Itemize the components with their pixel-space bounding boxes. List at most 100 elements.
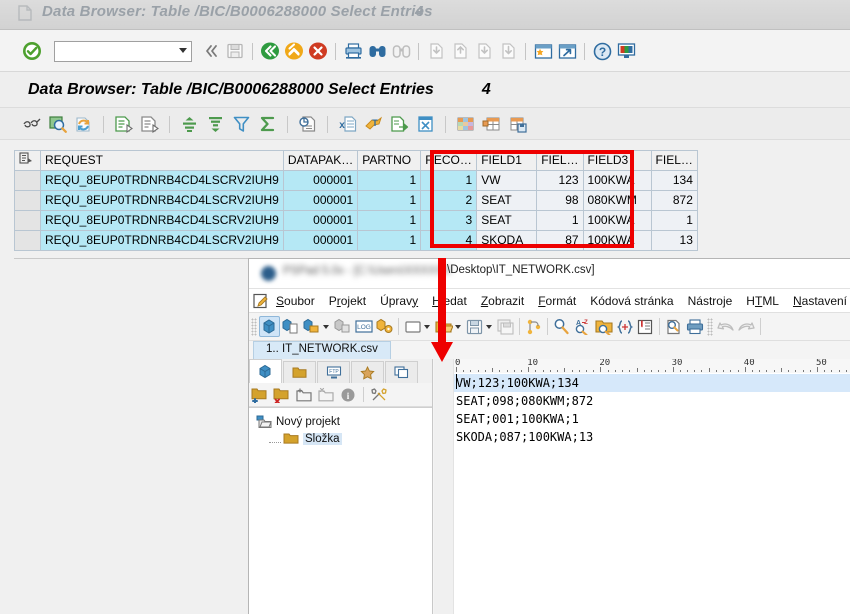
cell-request[interactable]: REQU_8EUP0TRDNRB4CD4LSCRV2IUH9 — [41, 211, 284, 231]
cell-field1[interactable]: SEAT — [477, 191, 537, 211]
cell-datapak[interactable]: 000001 — [283, 191, 357, 211]
column-header-field4[interactable]: FIEL… — [651, 151, 697, 171]
cell-field1[interactable]: SEAT — [477, 211, 537, 231]
chevron-down-icon[interactable] — [179, 48, 187, 53]
remove-folder-icon[interactable] — [271, 385, 293, 405]
new-file-icon[interactable] — [402, 316, 423, 337]
sort-ascending-icon[interactable] — [178, 113, 201, 136]
menu-item-form-t[interactable]: Formát — [531, 292, 583, 310]
find-icon[interactable] — [366, 40, 388, 62]
bookmark-icon[interactable] — [635, 316, 656, 337]
find-next-icon[interactable] — [390, 40, 412, 62]
command-field[interactable] — [54, 41, 192, 62]
save-icon[interactable] — [224, 40, 246, 62]
total-icon[interactable] — [256, 113, 279, 136]
cell-field3[interactable]: 100KWA — [583, 171, 651, 191]
menu-item-html[interactable]: HTML — [739, 292, 786, 310]
check-entries-icon[interactable] — [112, 113, 135, 136]
tab-it-network-csv[interactable]: 1.. IT_NETWORK.csv — [253, 341, 391, 359]
explorer-tab[interactable] — [283, 361, 316, 383]
cell-partno[interactable]: 1 — [358, 171, 421, 191]
table-row[interactable]: REQU_8EUP0TRDNRB4CD4LSCRV2IUH900000111VW… — [15, 171, 698, 191]
project-view-icon[interactable] — [259, 316, 280, 337]
cell-field1[interactable]: SKODA — [477, 231, 537, 251]
choose-detail-icon[interactable] — [138, 113, 161, 136]
chevron-down-icon[interactable] — [455, 325, 461, 329]
new-folder-icon[interactable] — [293, 385, 315, 405]
next-page-icon[interactable] — [473, 40, 495, 62]
chevron-down-icon[interactable] — [323, 325, 329, 329]
new-session-icon[interactable] — [532, 40, 554, 62]
check-table-icon[interactable] — [20, 113, 43, 136]
choose-layout-icon[interactable] — [480, 113, 503, 136]
ftp-tab[interactable]: FTP — [317, 361, 350, 383]
sort-descending-icon[interactable] — [204, 113, 227, 136]
table-row[interactable]: REQU_8EUP0TRDNRB4CD4LSCRV2IUH900000112SE… — [15, 191, 698, 211]
find-icon[interactable] — [551, 316, 572, 337]
open-file-icon[interactable] — [433, 316, 454, 337]
cell-field2[interactable]: 98 — [537, 191, 583, 211]
cancel-icon[interactable] — [307, 40, 329, 62]
row-selector[interactable] — [15, 171, 41, 191]
previous-page-icon[interactable] — [449, 40, 471, 62]
create-shortcut-icon[interactable] — [556, 40, 578, 62]
cell-request[interactable]: REQU_8EUP0TRDNRB4CD4LSCRV2IUH9 — [41, 231, 284, 251]
tree-root-node[interactable]: Nový projekt — [255, 413, 432, 430]
cell-field2[interactable]: 1 — [537, 211, 583, 231]
menu-item-k-dov-str-nka[interactable]: Kódová stránka — [583, 292, 680, 310]
column-header-partno[interactable]: PARTNO — [358, 151, 421, 171]
back-icon[interactable] — [259, 40, 281, 62]
cell-field3[interactable]: 100KWA — [583, 231, 651, 251]
column-header-selector[interactable] — [15, 151, 41, 171]
last-page-icon[interactable] — [497, 40, 519, 62]
column-header-field3[interactable]: FIELD3 — [583, 151, 651, 171]
send-icon[interactable] — [414, 113, 437, 136]
redo-icon[interactable] — [736, 316, 757, 337]
grid-layout-icon[interactable] — [454, 113, 477, 136]
menu-item-soubor[interactable]: Soubor — [269, 292, 322, 310]
save-layout-icon[interactable] — [506, 113, 529, 136]
customize-local-layout-icon[interactable] — [615, 40, 637, 62]
exit-icon[interactable] — [283, 40, 305, 62]
help-icon[interactable]: ? — [591, 40, 613, 62]
menu-item-zobrazit[interactable]: Zobrazit — [474, 292, 531, 310]
column-header-datapak[interactable]: DATAPAK… — [283, 151, 357, 171]
cell-field3[interactable]: 100KWA — [583, 211, 651, 231]
cell-record[interactable]: 3 — [421, 211, 477, 231]
cell-record[interactable]: 2 — [421, 191, 477, 211]
filter-icon[interactable] — [230, 113, 253, 136]
open-files-tab[interactable] — [385, 361, 418, 383]
save-file-icon[interactable] — [464, 316, 485, 337]
cell-partno[interactable]: 1 — [358, 231, 421, 251]
table-row[interactable]: REQU_8EUP0TRDNRB4CD4LSCRV2IUH900000114SK… — [15, 231, 698, 251]
display-details-icon[interactable] — [46, 113, 69, 136]
cell-record[interactable]: 4 — [421, 231, 477, 251]
menu-item--pravy[interactable]: Úpravy — [373, 292, 425, 310]
word-processing-icon[interactable]: T — [362, 113, 385, 136]
row-selector[interactable] — [15, 211, 41, 231]
cell-partno[interactable]: 1 — [358, 211, 421, 231]
cell-field4[interactable]: 134 — [651, 171, 697, 191]
open-project-icon[interactable] — [301, 316, 322, 337]
print-preview-icon[interactable] — [663, 316, 684, 337]
print-icon[interactable] — [684, 316, 705, 337]
chevron-down-icon[interactable] — [424, 325, 430, 329]
cell-field4[interactable]: 872 — [651, 191, 697, 211]
add-folder-icon[interactable] — [249, 385, 271, 405]
info-icon[interactable]: i — [337, 385, 359, 405]
favorites-tab[interactable] — [351, 361, 384, 383]
cell-request[interactable]: REQU_8EUP0TRDNRB4CD4LSCRV2IUH9 — [41, 191, 284, 211]
editor-lines[interactable]: VW;123;100KWA;134SEAT;098;080KWM;872SEAT… — [454, 373, 850, 614]
first-page-icon[interactable] — [425, 40, 447, 62]
cell-field1[interactable]: VW — [477, 171, 537, 191]
cell-field4[interactable]: 1 — [651, 211, 697, 231]
projects-tab[interactable] — [249, 359, 282, 383]
toolbar-grip[interactable] — [251, 318, 257, 336]
undo-icon[interactable] — [715, 316, 736, 337]
menu-item-projekt[interactable]: Projekt — [322, 292, 373, 310]
export-excel-icon[interactable]: x — [336, 113, 359, 136]
column-header-request[interactable]: REQUEST — [41, 151, 284, 171]
toolbar-grip[interactable] — [707, 318, 713, 336]
local-file-icon[interactable] — [388, 113, 411, 136]
menu-item-nastaven-[interactable]: Nastavení — [786, 292, 850, 310]
